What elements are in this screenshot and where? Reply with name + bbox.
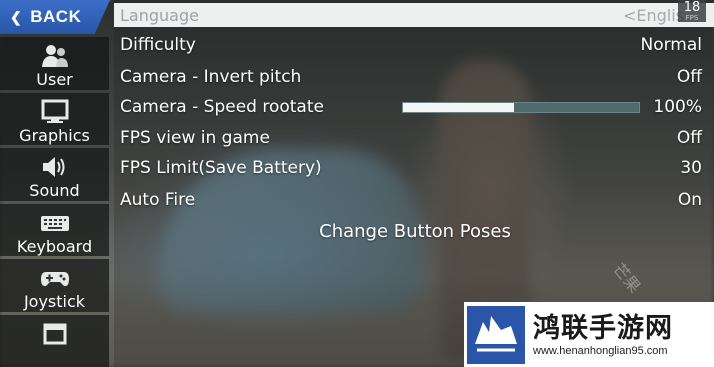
setting-value: 100%: [653, 97, 702, 117]
speaker-icon: [40, 154, 70, 180]
sidebar-item-more[interactable]: [0, 314, 109, 367]
setting-value: Off: [676, 128, 702, 148]
gamepad-icon: [40, 265, 70, 291]
watermark-title: 鸿联手游网: [533, 312, 673, 344]
camera-speed-slider[interactable]: [402, 102, 640, 113]
back-button[interactable]: ❮ BACK: [0, 0, 110, 34]
bull-logo-icon: [467, 305, 525, 364]
setting-value: Normal: [640, 35, 702, 55]
monitor-icon: [40, 99, 70, 125]
auto-fire-setting[interactable]: Auto Fire On: [120, 188, 702, 212]
setting-value: 30: [680, 158, 702, 178]
watermark-url: www.henanhonglian95.com: [533, 344, 668, 357]
fps-view-setting[interactable]: FPS view in game Off: [120, 126, 702, 150]
fps-counter: 18 FPS: [678, 0, 706, 22]
watermark-text: 鸿联手游网 www.henanhonglian95.com: [533, 313, 673, 357]
site-watermark: 鸿联手游网 www.henanhonglian95.com: [464, 302, 714, 367]
setting-value: Off: [676, 67, 702, 87]
setting-label: Auto Fire: [120, 190, 196, 210]
language-value: <Englis: [622, 5, 684, 25]
back-label: BACK: [30, 7, 82, 26]
sidebar-item-user[interactable]: User: [0, 37, 109, 90]
sidebar-item-joystick[interactable]: Joystick: [0, 259, 109, 312]
sidebar-item-graphics[interactable]: Graphics: [0, 92, 109, 145]
setting-value: On: [677, 190, 702, 210]
sidebar: User Graphics Sound Keyboard Joystick: [0, 37, 109, 367]
sidebar-item-label: User: [36, 70, 73, 89]
difficulty-setting[interactable]: Difficulty Normal: [120, 33, 702, 57]
setting-label: FPS Limit(Save Battery): [120, 158, 322, 178]
setting-label: Camera - Speed rootate: [120, 97, 324, 117]
sidebar-item-label: Keyboard: [16, 236, 93, 256]
fps-counter-unit: FPS: [685, 14, 699, 22]
slider-fill: [403, 103, 514, 112]
sidebar-item-label: Joystick: [23, 292, 86, 311]
sidebar-item-keyboard[interactable]: Keyboard: [0, 203, 109, 256]
setting-label: Camera - Invert pitch: [120, 67, 302, 87]
fps-limit-setting[interactable]: FPS Limit(Save Battery) 30: [120, 156, 702, 180]
sidebar-item-label: Graphics: [19, 125, 90, 145]
invert-pitch-setting[interactable]: Camera - Invert pitch Off: [120, 65, 702, 89]
change-button-poses-button[interactable]: Change Button Poses: [300, 219, 530, 245]
fps-counter-value: 18: [683, 0, 701, 15]
language-label: Language: [120, 5, 199, 25]
calendar-icon: [40, 321, 70, 347]
keyboard-icon: [40, 210, 70, 236]
setting-label: FPS view in game: [120, 128, 270, 148]
setting-label: Difficulty: [120, 35, 196, 55]
sidebar-item-label: Sound: [29, 181, 80, 200]
chevron-left-icon: ❮: [10, 8, 23, 25]
sidebar-item-sound[interactable]: Sound: [0, 148, 109, 201]
language-setting[interactable]: Language <Englis: [114, 3, 714, 27]
user-icon: [40, 43, 70, 69]
